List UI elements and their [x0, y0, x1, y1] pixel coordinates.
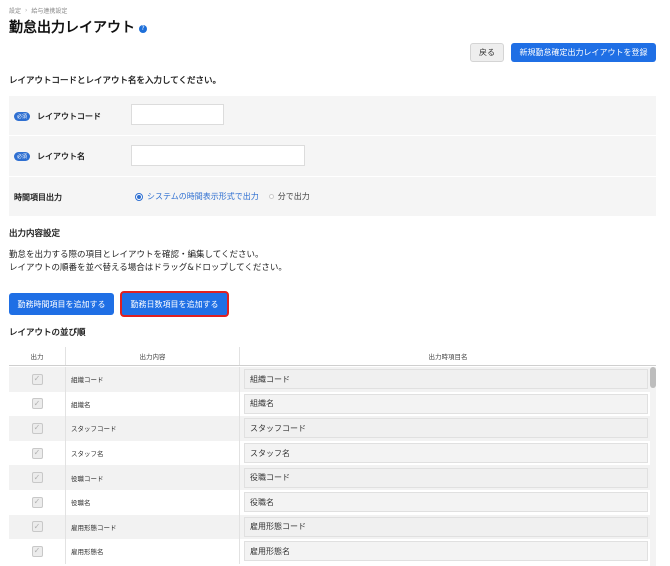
item-name-input[interactable]: スタッフコード: [244, 418, 648, 439]
layout-form: 必須 レイアウトコード 必須 レイアウト名 時間項目出力 システムの時間表示形式…: [9, 96, 656, 216]
table-row[interactable]: ✓ 組織名 組織名: [9, 391, 656, 417]
layout-name-input[interactable]: [131, 145, 305, 166]
output-content-cell: 組織名: [66, 391, 240, 417]
item-name-cell: スタッフ名: [240, 441, 656, 466]
breadcrumb-item-settings[interactable]: 設定: [9, 6, 21, 15]
output-cell: ✓: [9, 490, 66, 515]
breadcrumb-item-payroll[interactable]: 給与連携設定: [31, 6, 67, 15]
output-cell: ✓: [9, 514, 66, 540]
layout-code-label: レイアウトコード: [37, 112, 101, 121]
column-header-content: 出力内容: [66, 347, 240, 365]
output-cell: ✓: [9, 539, 66, 564]
output-content-cell: 役職コード: [66, 465, 240, 490]
output-content-cell: 雇用形態名: [66, 539, 240, 564]
add-work-days-item-button[interactable]: 勤務日数項目を追加する: [120, 291, 229, 317]
layout-code-row: 必須 レイアウトコード: [9, 96, 656, 135]
required-badge: 必須: [14, 112, 31, 121]
output-checkbox[interactable]: ✓: [31, 398, 43, 410]
item-name-cell: 雇用形態コード: [240, 515, 656, 540]
table-row[interactable]: ✓ スタッフコード スタッフコード: [9, 416, 656, 441]
output-settings-heading: 出力内容設定: [9, 229, 61, 239]
scrollbar-thumb[interactable]: [650, 367, 656, 388]
radio-unselected-icon[interactable]: [268, 194, 274, 199]
radio-system-format[interactable]: システムの時間表示形式で出力: [135, 191, 259, 202]
output-checkbox[interactable]: ✓: [31, 545, 43, 557]
item-name-input[interactable]: スタッフ名: [244, 443, 648, 464]
column-header-item-name: 出力時項目名: [428, 353, 468, 361]
output-checkbox[interactable]: ✓: [31, 422, 43, 434]
time-output-row: 時間項目出力 システムの時間表示形式で出力 分で出力: [9, 176, 656, 216]
register-new-layout-button[interactable]: 新規勤怠確定出力レイアウトを登録: [511, 43, 656, 62]
item-name-input[interactable]: 雇用形態コード: [244, 516, 648, 537]
output-cell: ✓: [9, 465, 66, 490]
table-row[interactable]: ✓ 組織コード 組織コード: [9, 367, 656, 392]
radio-minutes-label: 分で出力: [277, 192, 310, 201]
required-badge: 必須: [14, 152, 31, 161]
item-name-cell: 組織名: [240, 392, 656, 417]
item-name-input[interactable]: 役職名: [244, 492, 648, 513]
table-scrollbar[interactable]: [650, 367, 656, 566]
output-content-cell: スタッフコード: [66, 416, 240, 441]
output-cell: ✓: [9, 367, 66, 392]
add-work-time-item-button[interactable]: 勤務時間項目を追加する: [9, 293, 114, 315]
radio-selected-icon[interactable]: [135, 192, 143, 201]
breadcrumb-separator: ›: [25, 7, 28, 14]
time-output-radio-group: システムの時間表示形式で出力 分で出力: [135, 191, 310, 202]
item-name-cell: 組織コード: [240, 367, 656, 392]
layout-order-table: 出力 出力内容 出力時項目名 ✓ 組織コード 組織コード ✓ 組織名 組織名 ✓ スタッフコー…: [9, 347, 656, 566]
help-icon[interactable]: ?: [139, 24, 147, 33]
output-content-cell: 雇用形態コード: [66, 514, 240, 540]
layout-name-label: レイアウト名: [37, 152, 85, 161]
item-name-cell: 雇用形態名: [240, 539, 656, 564]
item-name-input[interactable]: 雇用形態名: [244, 541, 648, 562]
output-checkbox[interactable]: ✓: [31, 472, 43, 484]
layout-order-heading: レイアウトの並び順: [9, 328, 86, 338]
item-name-cell: 役職名: [240, 490, 656, 515]
table-row[interactable]: ✓ スタッフ名 スタッフ名: [9, 440, 656, 466]
item-name-input[interactable]: 役職コード: [244, 467, 648, 488]
output-content-cell: 組織コード: [66, 367, 240, 392]
item-name-input[interactable]: 組織名: [244, 393, 648, 414]
table-row[interactable]: ✓ 役職名 役職名: [9, 490, 656, 515]
table-row[interactable]: ✓ 雇用形態コード 雇用形態コード: [9, 514, 656, 540]
output-checkbox[interactable]: ✓: [31, 496, 43, 508]
output-cell: ✓: [9, 440, 66, 466]
output-settings-desc-2: レイアウトの順番を並べ替える場合はドラッグ&ドロップしてください。: [9, 263, 287, 273]
radio-system-format-label: システムの時間表示形式で出力: [147, 192, 259, 201]
radio-minutes[interactable]: 分で出力: [268, 191, 310, 202]
table-header: 出力 出力内容 出力時項目名: [9, 347, 656, 366]
output-cell: ✓: [9, 391, 66, 417]
item-name-input[interactable]: 組織コード: [244, 369, 648, 390]
column-header-output: 出力: [9, 347, 66, 365]
output-content-cell: スタッフ名: [66, 440, 240, 466]
output-checkbox[interactable]: ✓: [31, 447, 43, 459]
output-content-cell: 役職名: [66, 490, 240, 515]
back-button[interactable]: 戻る: [470, 43, 504, 62]
page-title: 勤怠出力レイアウト: [9, 20, 135, 36]
output-checkbox[interactable]: ✓: [31, 373, 43, 385]
breadcrumb: 設定 › 給与連携設定: [9, 6, 67, 15]
title-row: 勤怠出力レイアウト ?: [9, 17, 147, 37]
table-row[interactable]: ✓ 雇用形態名 雇用形態名: [9, 539, 656, 564]
item-name-cell: 役職コード: [240, 465, 656, 490]
table-row[interactable]: ✓ 役職コード 役職コード: [9, 465, 656, 490]
output-checkbox[interactable]: ✓: [31, 521, 43, 533]
layout-name-row: 必須 レイアウト名: [9, 135, 656, 176]
output-settings-desc-1: 勤怠を出力する際の項目とレイアウトを確認・編集してください。: [9, 250, 264, 260]
layout-code-input[interactable]: [131, 104, 224, 125]
form-heading: レイアウトコードとレイアウト名を入力してください。: [9, 76, 221, 86]
time-output-label: 時間項目出力: [14, 193, 62, 202]
item-name-cell: スタッフコード: [240, 416, 656, 441]
output-cell: ✓: [9, 416, 66, 441]
